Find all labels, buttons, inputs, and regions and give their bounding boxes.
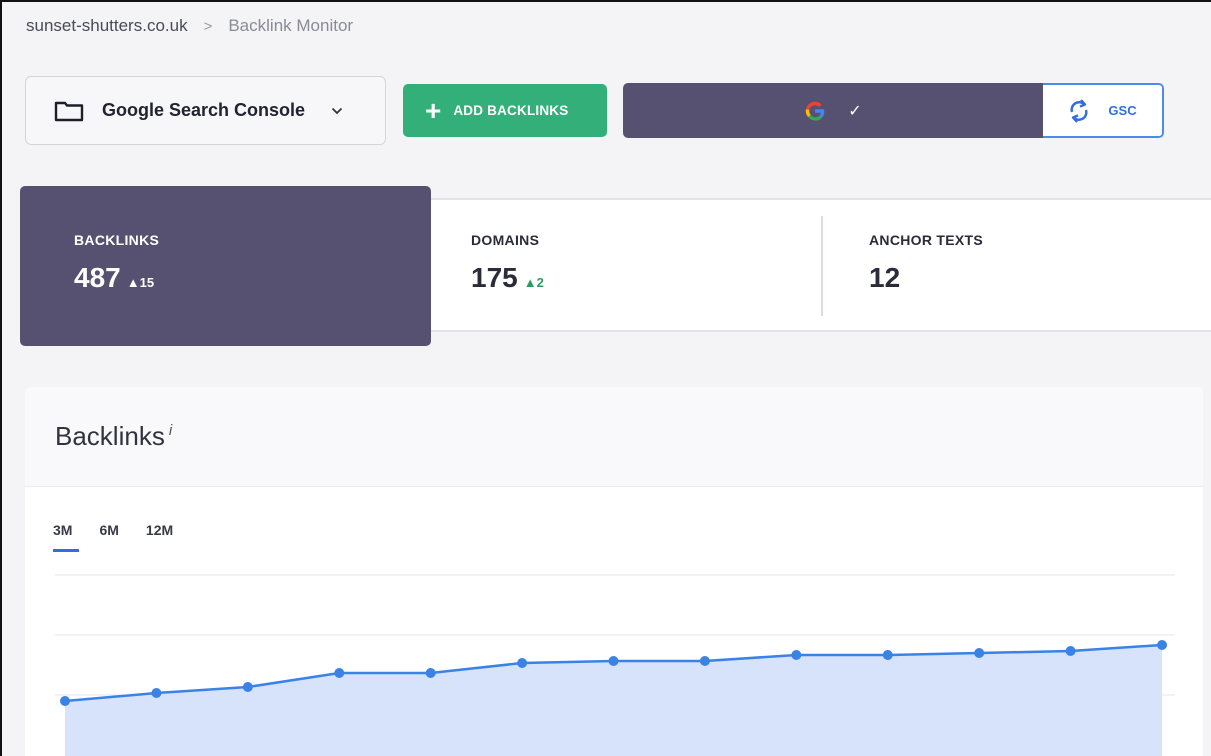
chart-point[interactable]: [882, 650, 893, 660]
folder-icon: [54, 101, 84, 121]
delta-up-icon: ▲: [126, 275, 140, 290]
source-select-label: Google Search Console: [102, 100, 306, 120]
stat-domains-value: 175: [471, 262, 518, 293]
tab-6m[interactable]: 6M: [99, 522, 118, 538]
sync-icon: [1070, 98, 1088, 123]
breadcrumb-separator: >: [203, 17, 213, 35]
gsc-connected-button[interactable]: ✓: [623, 83, 1043, 138]
chart-point[interactable]: [974, 648, 985, 658]
info-icon[interactable]: i: [169, 422, 172, 439]
chevron-down-icon: [331, 107, 343, 114]
chart-point[interactable]: [1065, 646, 1076, 656]
chart-point[interactable]: [425, 668, 436, 678]
tab-12m[interactable]: 12M: [146, 522, 173, 538]
chart-point[interactable]: [699, 656, 710, 666]
check-icon: ✓: [848, 102, 862, 120]
stat-backlinks-delta: ▲15: [127, 275, 154, 290]
gsc-sync-label: GSC: [1108, 103, 1137, 118]
stat-domains-delta-value: 2: [536, 275, 544, 290]
gsc-connection-group: ✓ GSC: [623, 83, 1164, 138]
range-tabs: 3M 6M 12M: [53, 522, 200, 552]
chart-point[interactable]: [608, 656, 619, 666]
chart-point[interactable]: [791, 650, 802, 660]
gsc-sync-button[interactable]: GSC: [1043, 83, 1164, 138]
google-icon: [806, 101, 825, 121]
stat-anchor-texts[interactable]: ANCHOR TEXTS 12: [869, 232, 983, 294]
add-backlinks-label: ADD BACKLINKS: [453, 103, 569, 118]
chart-point[interactable]: [1157, 640, 1167, 650]
stat-anchor-texts-value: 12: [869, 262, 901, 293]
card-title-text: Backlinks: [55, 421, 165, 451]
breadcrumb: sunset-shutters.co.uk > Backlink Monitor: [26, 16, 353, 36]
stat-anchor-texts-title: ANCHOR TEXTS: [869, 232, 984, 248]
backlinks-chart: [55, 574, 1175, 756]
stat-backlinks-delta-value: 15: [139, 275, 155, 290]
stat-domains[interactable]: DOMAINS 175 ▲2: [471, 232, 544, 294]
stat-domains-title: DOMAINS: [471, 232, 540, 248]
breadcrumb-site[interactable]: sunset-shutters.co.uk: [26, 16, 188, 36]
card-header: Backlinks i: [25, 387, 1203, 487]
stat-backlinks[interactable]: BACKLINKS 487 ▲15: [20, 186, 431, 346]
chart-point[interactable]: [242, 682, 253, 692]
add-backlinks-button[interactable]: + ADD BACKLINKS: [403, 84, 607, 137]
stat-domains-delta: ▲2: [524, 275, 544, 290]
card-title: Backlinks i: [55, 421, 172, 452]
chart-point[interactable]: [60, 696, 70, 706]
backlinks-card: Backlinks i 3M 6M 12M: [25, 387, 1203, 756]
stats-divider: [821, 216, 823, 316]
breadcrumb-current: Backlink Monitor: [228, 16, 354, 35]
chart-point[interactable]: [334, 668, 345, 678]
source-select[interactable]: Google Search Console: [25, 76, 386, 145]
stat-backlinks-value: 487: [74, 262, 121, 293]
plus-icon: +: [425, 94, 442, 126]
chart-point[interactable]: [151, 688, 162, 698]
stat-backlinks-title: BACKLINKS: [74, 232, 160, 248]
tab-3m[interactable]: 3M: [53, 522, 80, 552]
chart-point[interactable]: [517, 658, 528, 668]
delta-up-icon: ▲: [523, 275, 537, 290]
